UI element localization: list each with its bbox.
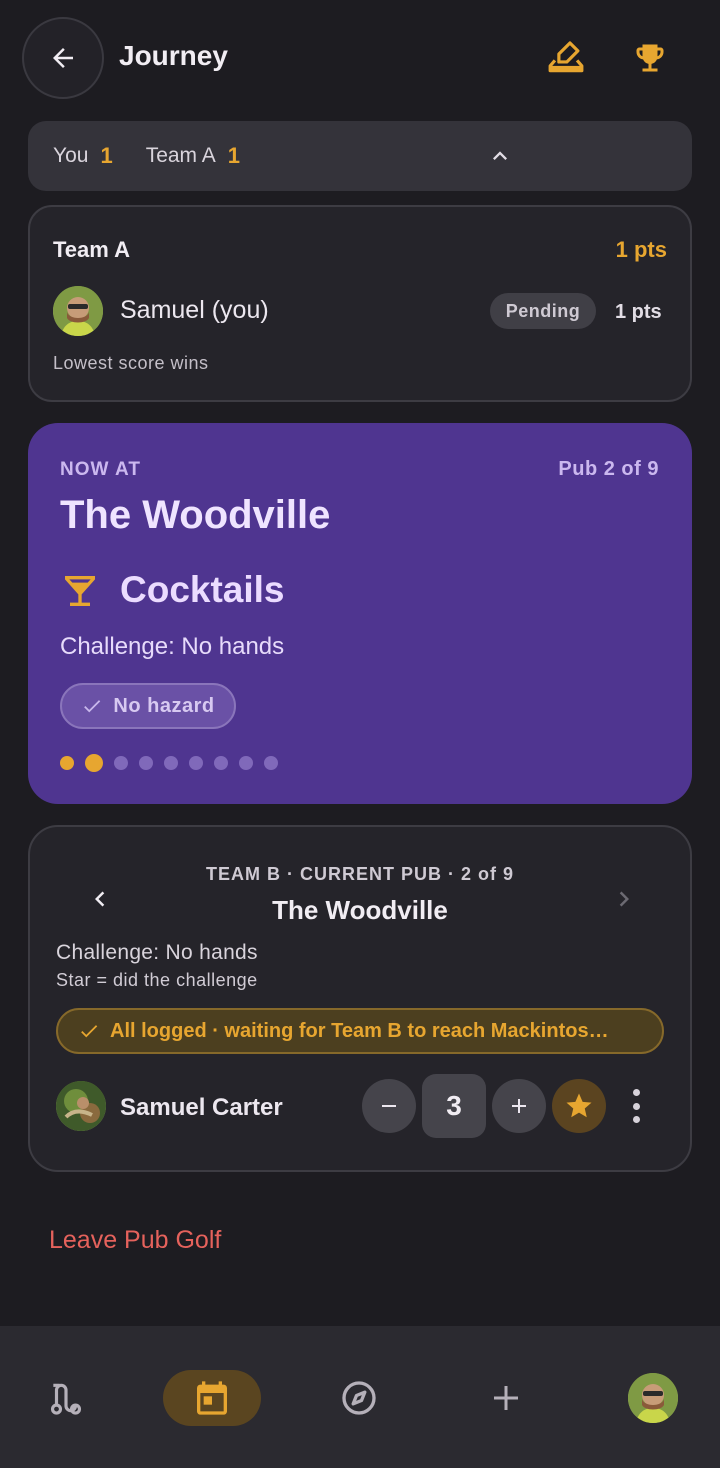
member-name: Samuel (you): [120, 296, 269, 324]
scorecard-button[interactable]: [546, 38, 586, 78]
drink-name: Cocktails: [120, 569, 285, 610]
calendar-icon: [197, 1381, 227, 1415]
team-card: Team A 1 pts Samuel (you) Pending 1 pts …: [28, 205, 692, 402]
progress-dot: [239, 756, 253, 770]
page-title: Journey: [119, 40, 228, 71]
progress-dot: [139, 756, 153, 770]
trophy-button[interactable]: [630, 38, 670, 78]
current-pub-card[interactable]: NOW AT Pub 2 of 9 The Woodville Cocktail…: [28, 423, 692, 804]
progress-dot: [189, 756, 203, 770]
avatar: [56, 1081, 106, 1131]
chevron-up-icon[interactable]: [486, 142, 514, 170]
star-note: Star = did the challenge: [56, 970, 258, 990]
progress-dot: [214, 756, 228, 770]
trophy-icon: [636, 44, 664, 72]
star-icon: [566, 1093, 592, 1118]
back-button[interactable]: [22, 17, 104, 99]
decrement-button[interactable]: [362, 1079, 416, 1133]
score-summary-bar[interactable]: You 1 Team A 1: [28, 121, 692, 191]
you-label: You: [53, 144, 89, 167]
pub-progress: Pub 2 of 9: [558, 458, 659, 480]
minus-icon: [382, 1105, 396, 1107]
pub-name: The Woodville: [60, 493, 331, 537]
progress-dot: [164, 756, 178, 770]
avatar: [53, 286, 103, 336]
team-b-subtitle: TEAM B · CURRENT PUB · 2 of 9: [206, 864, 514, 884]
leave-game-button[interactable]: Leave Pub Golf: [49, 1226, 221, 1255]
check-icon: [81, 1025, 98, 1038]
profile-avatar: [628, 1373, 678, 1423]
team-name: Team A: [53, 237, 131, 262]
score-value[interactable]: 3: [422, 1074, 486, 1138]
progress-dot: [60, 756, 74, 770]
cocktail-icon: [65, 576, 95, 606]
check-icon: [84, 700, 101, 713]
nav-explore[interactable]: [310, 1370, 408, 1426]
more-options-icon[interactable]: [626, 1089, 646, 1123]
team-label: Team A: [145, 144, 216, 167]
nav-schedule[interactable]: [163, 1370, 261, 1426]
you-score: 1: [100, 143, 113, 168]
player-name: Samuel Carter: [120, 1094, 283, 1121]
member-points: 1 pts: [615, 301, 662, 323]
increment-button[interactable]: [492, 1079, 546, 1133]
plus-icon: [494, 1386, 518, 1410]
compass-icon: [342, 1381, 376, 1415]
logged-status-text: All logged · waiting for Team B to reach…: [110, 1019, 609, 1042]
arrow-left-icon: [53, 48, 73, 68]
pub-progress-dots: [60, 754, 278, 772]
now-at-label: NOW AT: [60, 459, 141, 480]
bottom-navigation: [0, 1326, 720, 1468]
team-b-card: TEAM B · CURRENT PUB · 2 of 9 The Woodvi…: [28, 825, 692, 1172]
scorecard-icon: [548, 41, 584, 73]
team-score: 1: [227, 143, 240, 168]
scoring-rule: Lowest score wins: [53, 353, 209, 373]
team-b-pub-name: The Woodville: [272, 895, 448, 925]
route-icon: [50, 1383, 82, 1415]
progress-dot-current: [85, 754, 103, 772]
plus-icon: [512, 1099, 526, 1113]
hazard-label: No hazard: [113, 694, 215, 717]
status-badge: Pending: [490, 293, 596, 329]
nav-route[interactable]: [17, 1370, 115, 1426]
team-b-challenge: Challenge: No hands: [56, 941, 258, 964]
star-toggle[interactable]: [552, 1079, 606, 1133]
team-points: 1 pts: [615, 237, 667, 262]
progress-dot: [264, 756, 278, 770]
nav-profile[interactable]: [604, 1370, 702, 1426]
challenge-text: Challenge: No hands: [60, 633, 285, 660]
progress-dot: [114, 756, 128, 770]
logged-status-banner: All logged · waiting for Team B to reach…: [56, 1008, 664, 1054]
hazard-chip: No hazard: [60, 683, 236, 729]
nav-add[interactable]: [457, 1370, 555, 1426]
